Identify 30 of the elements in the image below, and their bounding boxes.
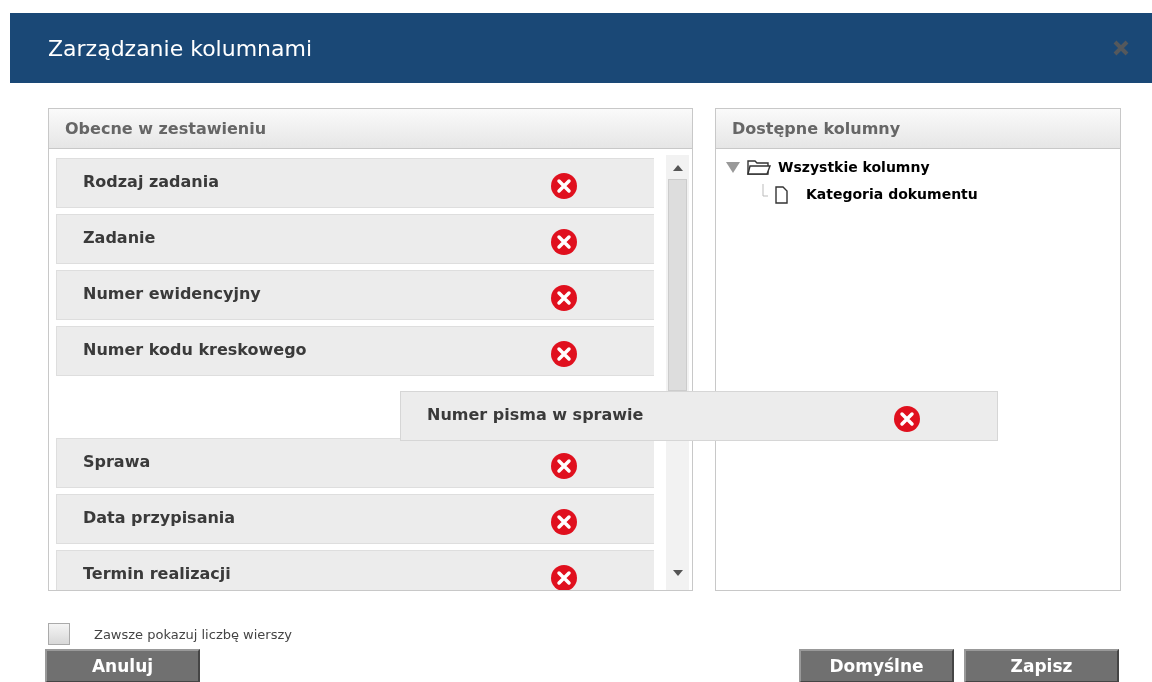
remove-icon[interactable]	[550, 508, 578, 536]
remove-icon[interactable]	[550, 228, 578, 256]
folder-icon	[746, 157, 772, 176]
column-item[interactable]: Termin realizacji	[56, 550, 654, 590]
column-item[interactable]: Numer ewidencyjny	[56, 270, 654, 320]
dialog-button[interactable]: Domyślne	[799, 649, 954, 682]
dialog-button[interactable]: Anuluj	[45, 649, 200, 682]
column-item[interactable]: Sprawa	[56, 438, 654, 488]
dialog-title: Zarządzanie kolumnami	[48, 35, 313, 61]
checkbox[interactable]	[48, 623, 70, 645]
column-item[interactable]: Rodzaj zadania	[56, 158, 654, 208]
remove-icon[interactable]	[550, 284, 578, 312]
remove-icon[interactable]	[550, 340, 578, 368]
column-item[interactable]: Data przypisania	[56, 494, 654, 544]
dialog-button[interactable]: Zapisz	[964, 649, 1119, 682]
panel-title: Obecne w zestawieniu	[49, 109, 692, 149]
column-item[interactable]: Zadanie	[56, 214, 654, 264]
dragged-column-item[interactable]: Numer pisma w sprawie	[400, 391, 998, 441]
remove-icon[interactable]	[550, 452, 578, 480]
scroll-up-icon[interactable]	[673, 165, 683, 171]
checkbox-label: Zawsze pokazuj liczbę wierszy	[94, 626, 292, 642]
scroll-down-icon[interactable]	[673, 570, 683, 576]
remove-icon[interactable]	[893, 405, 921, 433]
tree-item[interactable]: Wszystkie kolumny	[778, 158, 930, 175]
panel-title: Dostępne kolumny	[716, 109, 1120, 149]
expanded-arrow-icon[interactable]	[726, 160, 740, 173]
remove-icon[interactable]	[550, 564, 578, 590]
column-item[interactable]: Numer kodu kreskowego	[56, 326, 654, 376]
tree-item[interactable]: Kategoria dokumentu	[806, 185, 978, 202]
remove-icon[interactable]	[550, 172, 578, 200]
